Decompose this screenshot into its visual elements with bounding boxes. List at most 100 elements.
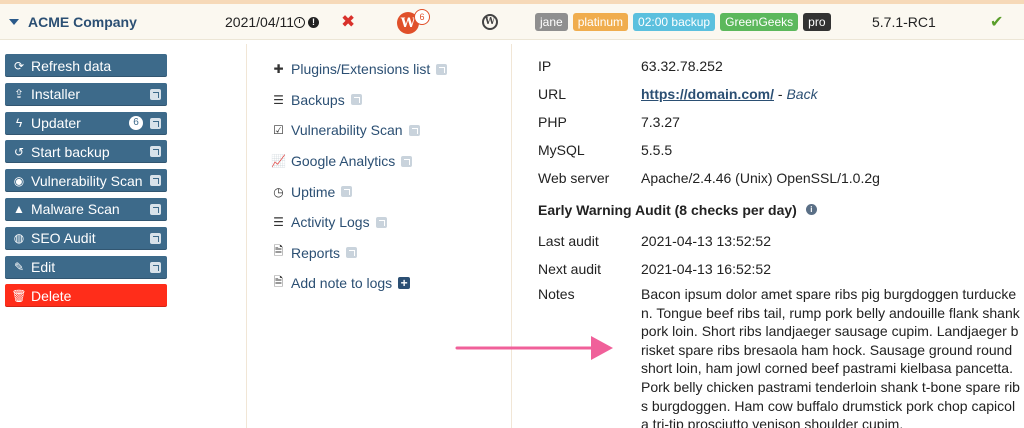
webserver-value: Apache/2.4.46 (Unix) OpenSSL/1.0.2g bbox=[641, 170, 880, 186]
google-analytics-link[interactable]: 📈 Google Analytics bbox=[271, 146, 447, 177]
tag-jane[interactable]: jane bbox=[535, 13, 568, 31]
updater-button[interactable]: ϟ Updater 6 bbox=[5, 111, 167, 135]
backups-link[interactable]: ☰ Backups bbox=[272, 85, 447, 116]
vulnerability-scan-label: Vulnerability Scan bbox=[31, 172, 143, 189]
external-link-icon[interactable] bbox=[341, 186, 353, 198]
php-row: PHP 7.3.27 bbox=[538, 108, 1024, 136]
external-link-icon[interactable] bbox=[150, 117, 161, 129]
column-divider bbox=[511, 44, 512, 428]
plugins-list-label: Plugins/Extensions list bbox=[291, 61, 431, 78]
tag-platinum[interactable]: platinum bbox=[572, 13, 629, 31]
column-divider bbox=[246, 44, 247, 428]
upload-icon: ⇪ bbox=[13, 87, 25, 102]
trash-icon: 🗑 bbox=[11, 288, 27, 303]
site-header-row[interactable]: ACME Company 2021/04/11 ! ✖ W 6 W jane p… bbox=[0, 4, 1024, 40]
notes-text: Bacon ipsum dolor amet spare ribs pig bu… bbox=[641, 286, 1020, 428]
document-icon: 🗎 bbox=[273, 274, 284, 289]
external-link-icon[interactable] bbox=[408, 124, 420, 136]
updater-count-badge: 6 bbox=[129, 115, 143, 130]
notes-label: Notes bbox=[538, 286, 575, 302]
delete-label: Delete bbox=[31, 287, 72, 304]
last-audit-row: Last audit 2021-04-13 13:52:52 bbox=[538, 227, 1024, 255]
company-name[interactable]: ACME Company bbox=[28, 4, 137, 40]
action-buttons: ⟳ Refresh data ⇪ Installer ϟ Updater 6 ↺… bbox=[5, 54, 167, 313]
audit-title: Early Warning Audit (8 checks per day) bbox=[538, 201, 797, 218]
last-audit-label: Last audit bbox=[538, 233, 599, 249]
clock-icon: ◷ bbox=[273, 184, 284, 199]
refresh-data-button[interactable]: ⟳ Refresh data bbox=[5, 54, 167, 77]
plugins-list-link[interactable]: ✚ Plugins/Extensions list bbox=[272, 54, 448, 85]
wordpress-icon: W bbox=[482, 14, 498, 30]
list-icon: ☰ bbox=[273, 92, 284, 107]
external-link-icon[interactable] bbox=[150, 175, 161, 187]
reports-link[interactable]: 🗎 Reports bbox=[272, 238, 447, 269]
info-icon[interactable]: i bbox=[805, 204, 817, 215]
mysql-value: 5.5.5 bbox=[641, 142, 673, 158]
google-analytics-label: Google Analytics bbox=[291, 153, 396, 170]
malware-scan-button[interactable]: ▲ Malware Scan bbox=[5, 197, 167, 221]
external-link-icon[interactable] bbox=[346, 247, 358, 259]
tag-pro[interactable]: pro bbox=[803, 13, 831, 31]
site-links: ✚ Plugins/Extensions list ☰ Backups ☑ Vu… bbox=[271, 54, 448, 299]
seo-audit-label: SEO Audit bbox=[31, 230, 96, 247]
installer-label: Installer bbox=[31, 86, 81, 103]
next-audit-row: Next audit 2021-04-13 16:52:52 bbox=[538, 255, 1024, 283]
ip-value: 63.32.78.252 bbox=[641, 58, 723, 74]
installer-button[interactable]: ⇪ Installer bbox=[5, 82, 167, 106]
activity-logs-link[interactable]: ☰ Activity Logs bbox=[272, 207, 447, 238]
site-info-panel: IP 63.32.78.252 URL https://domain.com/ … bbox=[538, 52, 1024, 428]
malware-scan-label: Malware Scan bbox=[31, 201, 120, 218]
delete-button[interactable]: 🗑 Delete bbox=[5, 284, 167, 308]
clock-icon bbox=[294, 16, 305, 28]
edit-button[interactable]: ✎ Edit bbox=[5, 255, 167, 279]
bolt-icon: ϟ bbox=[15, 116, 23, 131]
pencil-icon: ✎ bbox=[13, 260, 25, 275]
line-chart-icon: 📈 bbox=[271, 154, 286, 169]
warning-icon: ▲ bbox=[13, 202, 25, 217]
url-label: URL bbox=[538, 86, 567, 102]
exclamation-icon: ! bbox=[308, 16, 319, 28]
last-audit-value: 2021-04-13 13:52:52 bbox=[641, 233, 771, 249]
error-x-icon: ✖ bbox=[341, 12, 356, 31]
url-value: https://domain.com/ - Back bbox=[641, 86, 818, 102]
mysql-label: MySQL bbox=[538, 142, 585, 158]
plus-icon[interactable]: + bbox=[398, 277, 411, 290]
external-link-icon[interactable] bbox=[150, 88, 161, 100]
reports-label: Reports bbox=[291, 244, 341, 261]
eye-icon: ◉ bbox=[13, 173, 25, 188]
uptime-link[interactable]: ◷ Uptime bbox=[272, 176, 447, 207]
site-url-link[interactable]: https://domain.com/ bbox=[641, 86, 774, 102]
external-link-icon[interactable] bbox=[150, 232, 161, 244]
vulnerability-scan-button[interactable]: ◉ Vulnerability Scan bbox=[5, 169, 167, 193]
start-backup-label: Start backup bbox=[31, 143, 110, 160]
uptime-label: Uptime bbox=[291, 183, 336, 200]
php-label: PHP bbox=[538, 114, 567, 130]
seo-audit-button[interactable]: ◍ SEO Audit bbox=[5, 226, 167, 250]
tag-host[interactable]: GreenGeeks bbox=[720, 13, 799, 31]
external-link-icon[interactable] bbox=[150, 203, 161, 215]
collapse-caret-icon[interactable] bbox=[9, 4, 19, 40]
checkbox-icon: ☑ bbox=[273, 123, 284, 138]
external-link-icon[interactable] bbox=[436, 63, 448, 75]
url-separator: - bbox=[774, 86, 787, 102]
next-audit-label: Next audit bbox=[538, 261, 602, 277]
start-backup-button[interactable]: ↺ Start backup bbox=[5, 140, 167, 164]
external-link-icon[interactable] bbox=[401, 155, 413, 167]
backend-link[interactable]: Back bbox=[786, 86, 817, 102]
external-link-icon[interactable] bbox=[150, 261, 161, 273]
refresh-icon: ⟳ bbox=[13, 58, 25, 73]
webserver-row: Web server Apache/2.4.46 (Unix) OpenSSL/… bbox=[538, 164, 1024, 192]
date-status-icons: ! bbox=[294, 4, 319, 40]
external-link-icon[interactable] bbox=[150, 146, 161, 158]
wordpress-version: 5.7.1-RC1 bbox=[872, 14, 936, 30]
next-audit-value: 2021-04-13 16:52:52 bbox=[641, 261, 771, 277]
vulnerability-scan-link[interactable]: ☑ Vulnerability Scan bbox=[272, 115, 447, 146]
edit-label: Edit bbox=[31, 259, 56, 276]
external-link-icon[interactable] bbox=[375, 216, 387, 228]
wordpress-status[interactable]: W bbox=[482, 4, 498, 40]
add-note-link[interactable]: 🗎 Add note to logs + bbox=[272, 268, 447, 299]
tag-backup-time[interactable]: 02:00 backup bbox=[633, 13, 716, 31]
refresh-data-label: Refresh data bbox=[31, 57, 112, 74]
external-link-icon[interactable] bbox=[350, 94, 362, 106]
wordfence-status[interactable]: W 6 bbox=[397, 8, 430, 38]
